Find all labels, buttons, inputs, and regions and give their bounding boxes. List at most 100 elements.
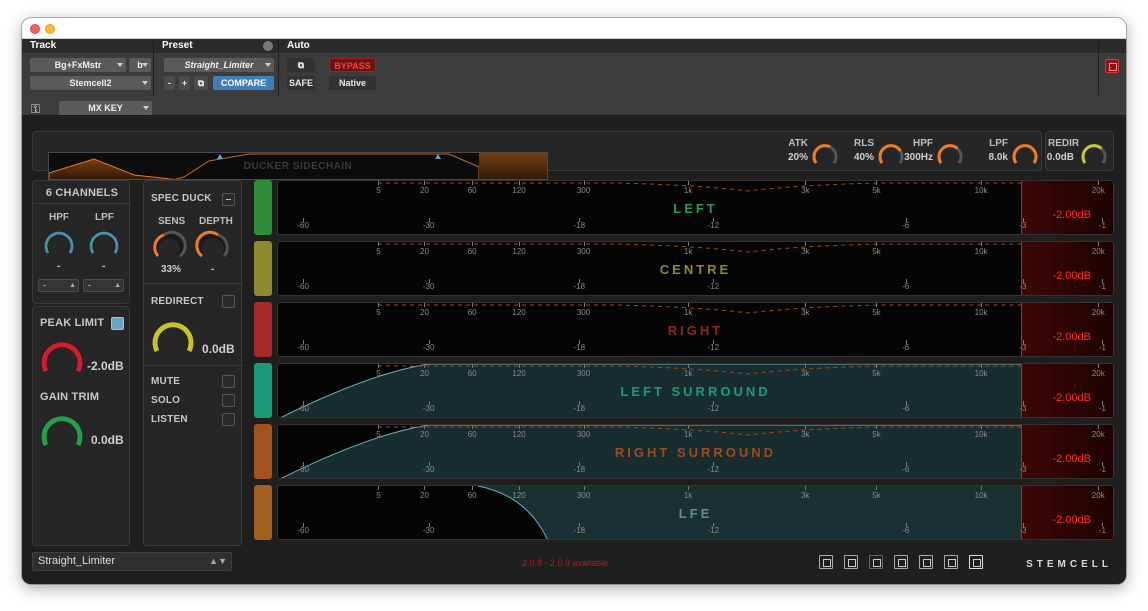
hpf-slope-select[interactable]: - ▲: [38, 279, 79, 292]
preset-menu-icon[interactable]: [263, 41, 273, 51]
automation-icon[interactable]: ⧉: [287, 58, 315, 72]
channel-meter[interactable]: -2.00dB 5 20 60 120 300 1k 3k 5k 10k 20k -60 -30 -18-…: [277, 485, 1114, 540]
redirect-knob[interactable]: [148, 313, 198, 357]
freq-tick-label: 20k: [1091, 430, 1105, 439]
tick-mark: [876, 181, 878, 185]
tick-mark: [688, 303, 690, 307]
listen-toggle[interactable]: [222, 413, 235, 426]
tick-mark: [688, 364, 690, 368]
layout-icon[interactable]: [844, 555, 858, 569]
freq-tick-label: 1k: [683, 491, 693, 500]
preset-select[interactable]: Straight_Limiter: [164, 58, 274, 72]
channels-panel: 6 CHANNELS HPF LPF - - - ▲ - ▲: [32, 180, 131, 304]
freq-tick-label: 120: [512, 186, 526, 195]
tick-mark: [1098, 364, 1100, 368]
peak-limit-toggle[interactable]: [111, 317, 124, 330]
db-tick-label: -18: [573, 221, 586, 230]
tick-mark: [583, 364, 585, 368]
db-tick-label: -60: [297, 343, 309, 352]
db-tick-label: -18: [573, 465, 586, 474]
redirect-value: 0.0dB: [202, 342, 235, 356]
channel-meter[interactable]: -2.00dB 5 20 60 120 300 1k 3k 5k 10k 20k -60 -30 -18-…: [277, 363, 1114, 418]
lpf-label: LPF: [95, 212, 114, 223]
mute-toggle[interactable]: [222, 375, 235, 388]
sens-knob[interactable]: [151, 228, 187, 260]
db-tick-label: -1: [1098, 282, 1106, 291]
freq-tick-label: 300: [576, 247, 591, 256]
freq-tick-label: 5k: [872, 247, 881, 256]
hpf-knob[interactable]: [936, 139, 964, 167]
spec-duck-toggle[interactable]: [222, 193, 235, 206]
layout-icon[interactable]: [944, 555, 958, 569]
layout-icon[interactable]: [819, 555, 833, 569]
layout-icon[interactable]: [894, 555, 908, 569]
channel-meter[interactable]: -2.00dB 5 20 60 120 300 1k 3k 5k 10k 20k -60 -30 -18-…: [277, 241, 1114, 296]
lpf-label: LPF: [989, 138, 1008, 149]
layout-icon[interactable]: [969, 555, 983, 569]
freq-tick-label: 120: [512, 491, 526, 500]
freq-tick-label: 3k: [801, 308, 810, 317]
copy-preset-icon[interactable]: ⧉: [194, 76, 208, 90]
channel-strip-right-surround[interactable]: [254, 424, 272, 479]
channel-meter[interactable]: -2.00dB 5 20 60 120 300 1k 3k 5k 10k 20k -60 -30 -18-…: [277, 302, 1114, 357]
freq-tick-label: 60: [467, 186, 477, 195]
channel-strip-left-surround[interactable]: [254, 363, 272, 418]
freq-tick-label: 60: [467, 491, 477, 500]
lpf-knob[interactable]: [1011, 139, 1039, 167]
db-tick-label: -1: [1098, 465, 1106, 474]
bypass-button[interactable]: BYPASS: [329, 58, 376, 72]
peak-limit-knob[interactable]: [37, 333, 87, 377]
close-plugin-icon[interactable]: [1105, 59, 1119, 73]
channel-strip-right[interactable]: [254, 302, 272, 357]
insert-select[interactable]: Stemcell2: [30, 76, 151, 90]
channel-meter[interactable]: -2.00dB 5 20 60 120 300 1k 3k 5k 10k 20k -60 -30 -18-…: [277, 180, 1114, 235]
channel-strip-left[interactable]: [254, 180, 272, 235]
stepper-icon: ▲: [69, 282, 76, 289]
compare-button[interactable]: COMPARE: [213, 76, 274, 90]
channel-strip-lfe[interactable]: [254, 485, 272, 540]
channel-meter[interactable]: -2.00dB 5 20 60 120 300 1k 3k 5k 10k 20k -60 -30 -18-…: [277, 424, 1114, 479]
hpf-control: HPF 300Hz: [904, 136, 967, 168]
freq-tick-label: 10k: [974, 430, 988, 439]
tick-mark: [1098, 425, 1100, 429]
channel-hpf-knob[interactable]: [41, 225, 77, 257]
minimize-window-button[interactable]: [45, 24, 55, 34]
preset-next-button[interactable]: +: [179, 76, 190, 90]
db-tick-label: -12: [707, 465, 720, 474]
db-tick-label: -6: [902, 221, 910, 230]
tick-mark: [805, 364, 807, 368]
listen-label: LISTEN: [151, 414, 188, 425]
key-input-select[interactable]: MX KEY: [59, 101, 152, 115]
db-tick-label: -12: [707, 526, 720, 535]
tick-mark: [583, 242, 585, 246]
divider: [144, 283, 243, 284]
channel-lpf-knob[interactable]: [86, 225, 122, 257]
close-window-button[interactable]: [30, 24, 40, 34]
freq-tick-label: 120: [512, 369, 526, 378]
host-header: Track Preset Auto Bg+FxMstr b Stemcell2 …: [22, 39, 1126, 116]
layout-icon[interactable]: [869, 555, 883, 569]
tick-mark: [519, 425, 521, 429]
update-available-text[interactable]: 2.0.8 - 2.0.9 available: [522, 558, 608, 568]
redir-knob[interactable]: [1080, 139, 1108, 167]
layout-icon[interactable]: [919, 555, 933, 569]
channel-name: RIGHT: [667, 323, 724, 338]
redirect-toggle[interactable]: [222, 295, 235, 308]
lpf-slope-select[interactable]: - ▲: [83, 279, 124, 292]
db-tick-label: -6: [902, 282, 910, 291]
gain-trim-knob[interactable]: [37, 407, 87, 451]
channel-strip-centre[interactable]: [254, 241, 272, 296]
track-channel-select[interactable]: b: [129, 58, 151, 72]
footer-preset-select[interactable]: Straight_Limiter ▲▼: [32, 552, 232, 571]
depth-knob[interactable]: [195, 228, 231, 260]
preset-prev-button[interactable]: -: [164, 76, 175, 90]
db-tick-label: -6: [902, 465, 910, 474]
tick-mark: [688, 242, 690, 246]
track-select[interactable]: Bg+FxMstr: [30, 58, 126, 72]
atk-knob[interactable]: [811, 139, 839, 167]
safe-button[interactable]: SAFE: [287, 76, 315, 90]
solo-toggle[interactable]: [222, 394, 235, 407]
freq-tick-label: 300: [576, 430, 591, 439]
freq-tick-label: 5k: [872, 430, 881, 439]
db-tick-label: -6: [902, 404, 910, 413]
